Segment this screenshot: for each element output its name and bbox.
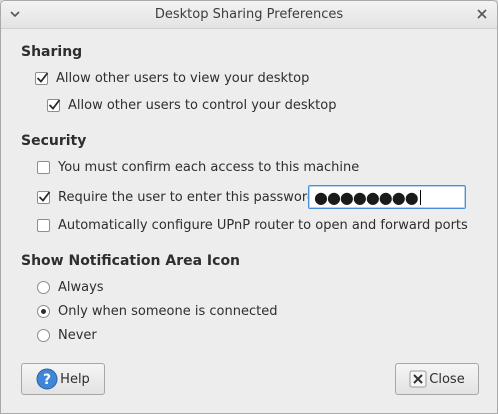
notify-connected-radio[interactable]: [37, 304, 50, 318]
upnp-label: Automatically configure UPnP router to o…: [58, 217, 468, 233]
control-desktop-checkbox[interactable]: [47, 98, 61, 112]
sharing-heading: Sharing: [21, 44, 83, 60]
upnp-checkbox[interactable]: [37, 218, 50, 232]
view-desktop-option[interactable]: Allow other users to view your desktop: [35, 69, 309, 87]
svg-text:?: ?: [43, 372, 51, 388]
notify-always-option[interactable]: Always: [37, 278, 104, 296]
notify-always-label: Always: [58, 279, 104, 295]
title-bar: Desktop Sharing Preferences: [1, 1, 497, 29]
control-desktop-label: Allow other users to control your deskto…: [68, 97, 337, 113]
view-desktop-label: Allow other users to view your desktop: [56, 70, 310, 86]
upnp-option[interactable]: Automatically configure UPnP router to o…: [37, 216, 468, 234]
help-label: Help: [60, 371, 90, 387]
password-value: ●●●●●●●●: [314, 187, 419, 207]
view-desktop-checkbox[interactable]: [35, 71, 49, 85]
notify-always-radio[interactable]: [37, 280, 50, 294]
security-heading: Security: [21, 133, 87, 149]
window-close-icon[interactable]: [475, 7, 489, 21]
help-button[interactable]: ? Help: [21, 363, 105, 395]
radio-selected-dot: [41, 308, 46, 314]
text-caret: [419, 189, 421, 205]
window-title: Desktop Sharing Preferences: [154, 7, 344, 22]
notify-never-radio[interactable]: [37, 328, 50, 342]
confirm-access-label: You must confirm each access to this mac…: [58, 159, 360, 175]
confirm-access-checkbox[interactable]: [37, 160, 50, 174]
require-password-checkbox[interactable]: [37, 190, 51, 204]
preferences-window: Desktop Sharing Preferences Sharing Allo…: [0, 0, 498, 414]
notify-connected-option[interactable]: Only when someone is connected: [37, 302, 277, 320]
notification-heading: Show Notification Area Icon: [21, 253, 241, 269]
notify-connected-label: Only when someone is connected: [58, 303, 278, 319]
require-password-label: Require the user to enter this password:: [58, 189, 320, 205]
notify-never-option[interactable]: Never: [37, 326, 97, 344]
require-password-option[interactable]: Require the user to enter this password:: [37, 188, 320, 206]
notify-never-label: Never: [58, 327, 97, 343]
help-icon: ?: [36, 368, 58, 390]
password-input[interactable]: ●●●●●●●●: [308, 185, 466, 209]
control-desktop-option[interactable]: Allow other users to control your deskto…: [47, 96, 336, 114]
close-button[interactable]: Close: [395, 363, 479, 395]
close-label: Close: [429, 371, 465, 387]
confirm-access-option[interactable]: You must confirm each access to this mac…: [37, 158, 359, 176]
close-icon: [409, 370, 427, 388]
